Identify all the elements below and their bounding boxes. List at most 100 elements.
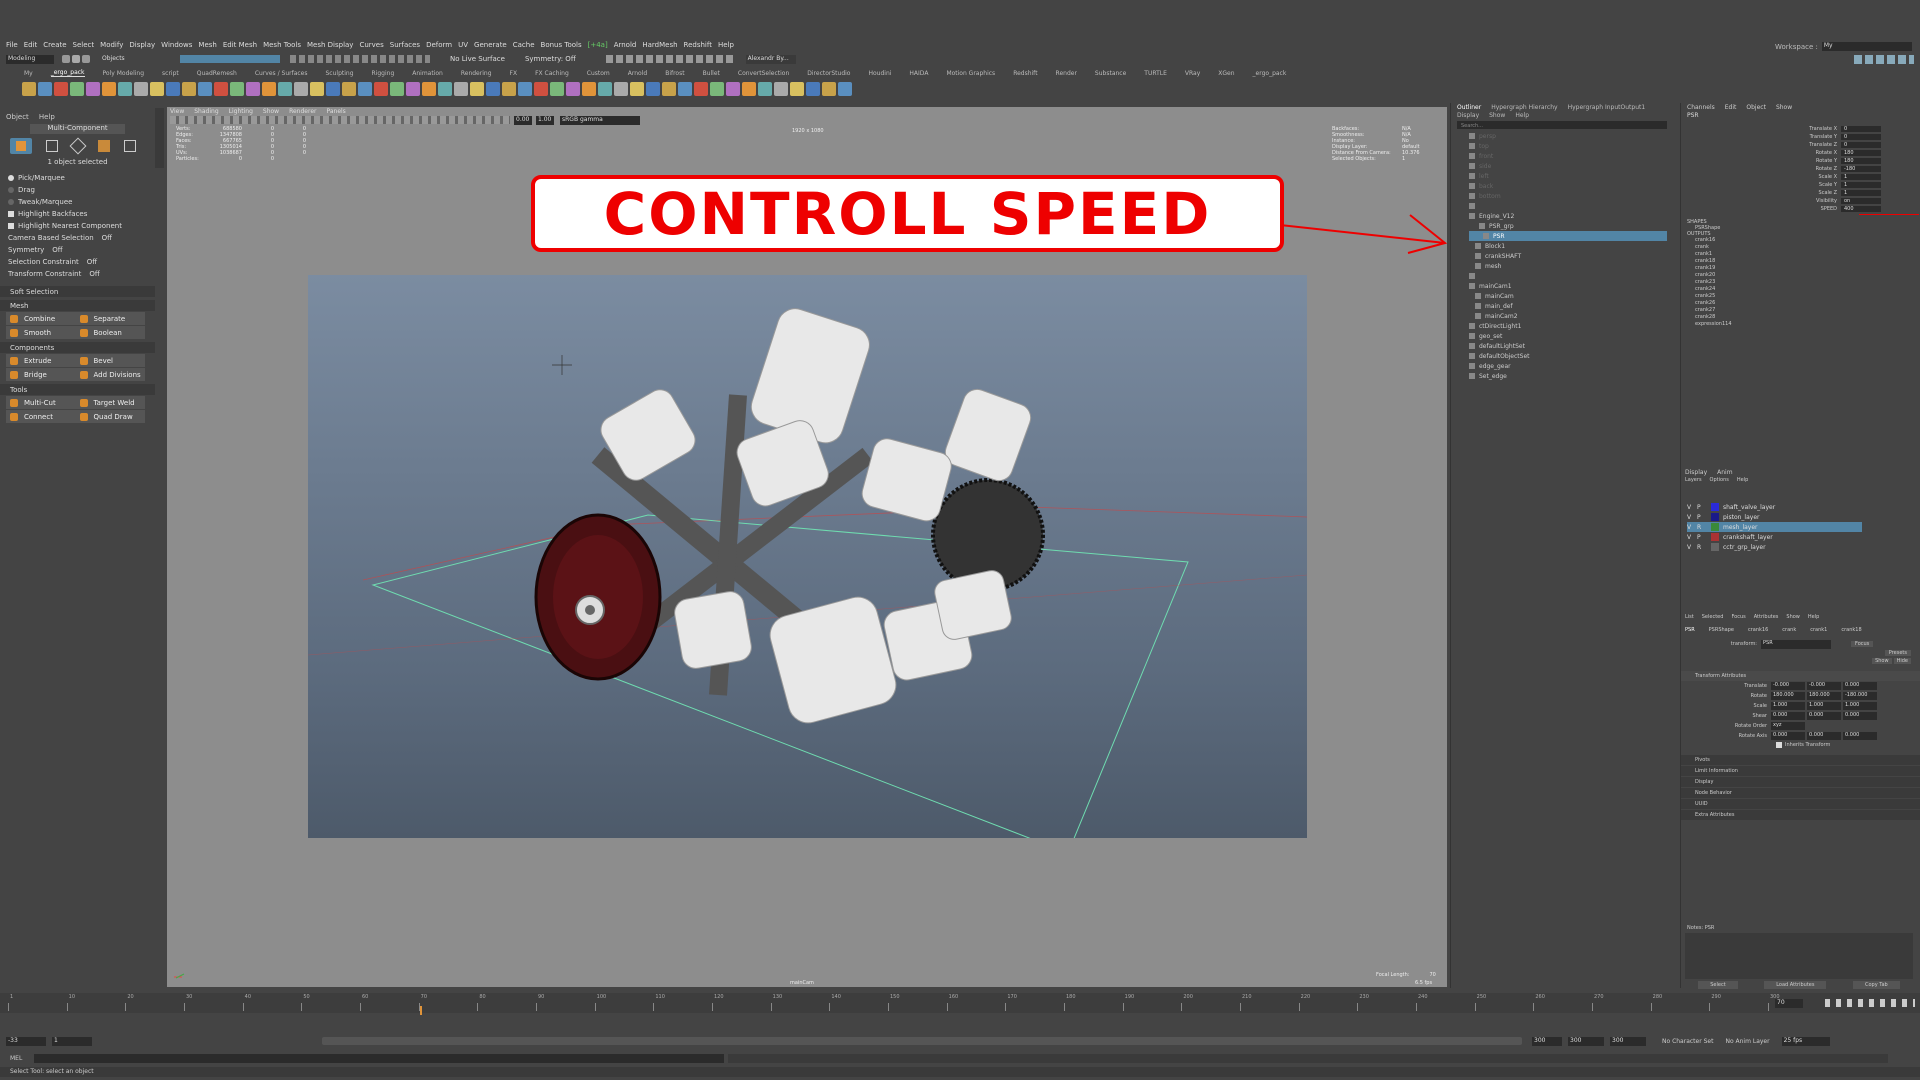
inherits-checkbox[interactable] [1776, 742, 1782, 748]
menu-deform[interactable]: Deform [426, 41, 452, 49]
layer-menu-layers[interactable]: Layers [1685, 477, 1702, 483]
live-surface[interactable]: No Live Surface [450, 55, 505, 63]
outliner-item[interactable]: left [1469, 171, 1667, 181]
shelf-tool-icon[interactable] [662, 82, 676, 96]
menu-surfaces[interactable]: Surfaces [390, 41, 420, 49]
panel-layout-icons[interactable] [1854, 54, 1914, 64]
toolkit-menu-object[interactable]: Object [6, 113, 29, 121]
layer-color-swatch[interactable] [1711, 533, 1719, 541]
viewport-menu-shading[interactable]: Shading [194, 108, 218, 115]
attr-tab-psr[interactable]: PSR [1685, 627, 1695, 633]
bridge-button[interactable]: Bridge [6, 368, 76, 381]
channel-value[interactable]: 180 [1841, 158, 1881, 164]
menu-mesh-tools[interactable]: Mesh Tools [263, 41, 301, 49]
attr-field[interactable]: xyz [1771, 722, 1805, 730]
attr-menu-show[interactable]: Show [1786, 614, 1800, 620]
section-pivots[interactable]: Pivots [1681, 755, 1920, 765]
layer-row[interactable]: V Rmesh_layer [1687, 522, 1862, 532]
shelf-tool-icon[interactable] [454, 82, 468, 96]
shelf-tool-icon[interactable] [150, 82, 164, 96]
output-node[interactable]: crank24 [1695, 286, 1920, 293]
section-node-behavior[interactable]: Node Behavior [1681, 788, 1920, 798]
shelf-tool-icon[interactable] [262, 82, 276, 96]
shelf-tab-vray[interactable]: VRay [1185, 70, 1200, 77]
shelf-tool-icon[interactable] [294, 82, 308, 96]
output-node[interactable]: crank25 [1695, 293, 1920, 300]
channel-value[interactable]: 1 [1841, 182, 1881, 188]
edge-mode-icon[interactable] [69, 137, 87, 155]
connect-button[interactable]: Connect [6, 410, 76, 423]
layer-playback[interactable]: R [1697, 524, 1707, 531]
shelf-tab-redshift[interactable]: Redshift [1013, 70, 1037, 77]
outliner-item[interactable]: bottom [1469, 191, 1667, 201]
section-uuid[interactable]: UUID [1681, 799, 1920, 809]
shelf-tool-icon[interactable] [550, 82, 564, 96]
attr-field[interactable]: -180.000 [1843, 692, 1877, 700]
attr-field[interactable]: -0.000 [1807, 682, 1841, 690]
outliner-item[interactable]: side [1469, 161, 1667, 171]
uv-mode-icon[interactable] [124, 140, 136, 152]
channel-rotate-y[interactable]: Rotate Y 180 [1681, 157, 1920, 165]
presets-button[interactable]: Presets [1884, 650, 1911, 656]
boolean-button[interactable]: Boolean [76, 326, 146, 339]
viewport-menu-lighting[interactable]: Lighting [229, 108, 253, 115]
output-node[interactable]: expression114 [1695, 321, 1920, 328]
channel-rotate-x[interactable]: Rotate X 180 [1681, 149, 1920, 157]
option-checkbox[interactable] [8, 223, 14, 229]
selection-constraint[interactable]: Selection Constraint Off [0, 256, 155, 268]
shelf-tab-script[interactable]: script [162, 70, 179, 77]
shelf-tool-icon[interactable] [342, 82, 356, 96]
shelf-tab-my[interactable]: My [24, 70, 33, 77]
output-node[interactable]: crank26 [1695, 300, 1920, 307]
attr-tab-psrshape[interactable]: PSRShape [1709, 627, 1734, 633]
attr-menu-selected[interactable]: Selected [1702, 614, 1724, 620]
shelf-tab-arnold[interactable]: Arnold [628, 70, 647, 77]
shelf-tab-houdini[interactable]: Houdini [868, 70, 891, 77]
select-button[interactable]: Select [1698, 981, 1738, 989]
shelf-tool-icon[interactable] [518, 82, 532, 96]
user-account[interactable]: Alexandr By... [745, 54, 796, 64]
outliner-item[interactable]: defaultLightSet [1469, 341, 1667, 351]
channel-scale-z[interactable]: Scale Z 1 [1681, 189, 1920, 197]
attr-tab-crank18[interactable]: crank18 [1841, 627, 1861, 633]
shelf-tool-icon[interactable] [38, 82, 52, 96]
shelf-tool-icon[interactable] [758, 82, 772, 96]
shelf-tool-icon[interactable] [630, 82, 644, 96]
channel-value[interactable]: -180 [1841, 166, 1881, 172]
shelf-tool-icon[interactable] [710, 82, 724, 96]
command-input[interactable] [34, 1053, 725, 1063]
attr-field[interactable]: 0.000 [1843, 732, 1877, 740]
shelf-tool-icon[interactable] [694, 82, 708, 96]
symmetry-status[interactable]: Symmetry: Off [525, 55, 576, 63]
camera-based-selection[interactable]: Camera Based Selection Off [0, 232, 155, 244]
option-highlight-backfaces[interactable]: Highlight Backfaces [0, 208, 155, 220]
shelf-tab-convertselection[interactable]: ConvertSelection [738, 70, 789, 77]
shelf-tab-substance[interactable]: Substance [1095, 70, 1126, 77]
layer-row[interactable]: V Ppiston_layer [1687, 512, 1920, 522]
attr-field[interactable]: -0.000 [1771, 682, 1805, 690]
shelf-tool-icon[interactable] [22, 82, 36, 96]
shelf-tab-bifrost[interactable]: Bifrost [665, 70, 684, 77]
focus-button[interactable]: Focus [1851, 641, 1874, 647]
outliner-item[interactable]: front [1469, 151, 1667, 161]
attr-tab-crank16[interactable]: crank16 [1748, 627, 1768, 633]
output-node[interactable]: crank16 [1695, 237, 1920, 244]
mode-dropdown[interactable]: Modeling [6, 54, 54, 64]
menu-bonus-tools[interactable]: Bonus Tools [541, 41, 582, 49]
shelf-tool-icon[interactable] [214, 82, 228, 96]
outliner-item[interactable]: defaultObjectSet [1469, 351, 1667, 361]
outliner-item[interactable]: crankSHAFT [1469, 251, 1667, 261]
shelf-tool-icon[interactable] [198, 82, 212, 96]
outliner-item[interactable]: Block1 [1469, 241, 1667, 251]
layer-visibility[interactable]: V [1687, 524, 1697, 531]
shelf-tab-xgen[interactable]: XGen [1218, 70, 1234, 77]
shelf-tool-icon[interactable] [566, 82, 580, 96]
playhead[interactable] [420, 1006, 422, 1015]
attr-field[interactable]: 0.000 [1807, 732, 1841, 740]
shelf-tool-icon[interactable] [358, 82, 372, 96]
layer-tab-anim[interactable]: Anim [1717, 469, 1732, 476]
menu-uv[interactable]: UV [458, 41, 468, 49]
channel-rotate-z[interactable]: Rotate Z -180 [1681, 165, 1920, 173]
option-pick-marquee[interactable]: Pick/Marquee [0, 172, 155, 184]
shelf-tab-fx[interactable]: FX [510, 70, 518, 77]
